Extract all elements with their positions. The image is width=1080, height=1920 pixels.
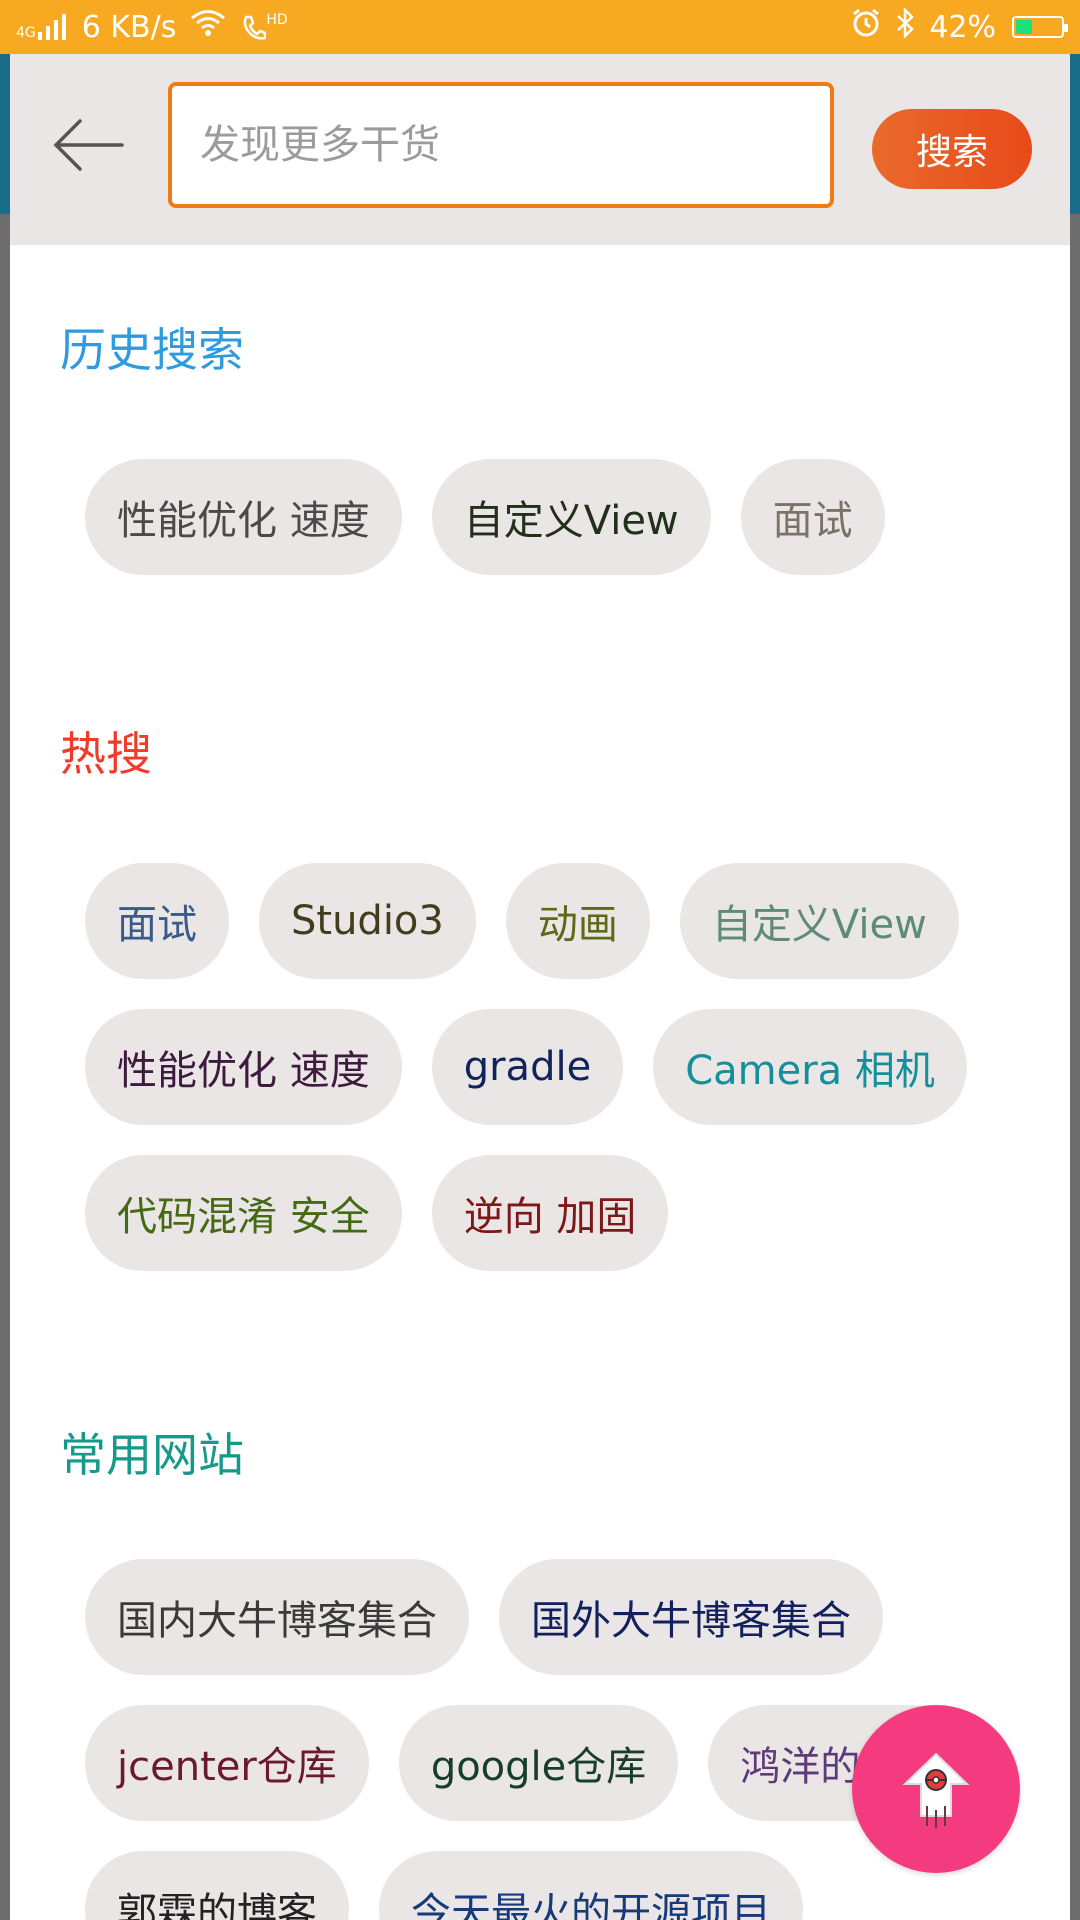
search-header: 搜索 <box>10 54 1070 245</box>
scroll-top-fab[interactable] <box>852 1705 1020 1873</box>
search-panel: 搜索 历史搜索 性能优化 速度自定义View面试 热搜 面试Studio3动画自… <box>10 54 1070 1920</box>
tag-chip[interactable]: 面试 <box>85 863 229 979</box>
section-title-sites: 常用网站 <box>60 1428 244 1482</box>
tag-chip[interactable]: 性能优化 速度 <box>85 459 402 575</box>
bluetooth-icon <box>895 6 915 46</box>
tag-chip[interactable]: Camera 相机 <box>653 1009 967 1125</box>
tag-chip[interactable]: gradle <box>431 1009 624 1125</box>
back-button[interactable] <box>48 112 128 178</box>
battery-fill <box>1016 20 1033 34</box>
network-type: 4G <box>16 25 36 41</box>
tag-chip[interactable]: 代码混淆 安全 <box>85 1155 402 1271</box>
section-title-hot: 热搜 <box>60 727 152 781</box>
alarm-icon <box>851 8 881 46</box>
status-left: 4G 6 KB/s HD <box>16 9 288 45</box>
tag-chip[interactable]: Studio3 <box>259 863 476 979</box>
section-title-history: 历史搜索 <box>60 323 244 377</box>
search-button[interactable]: 搜索 <box>872 109 1032 189</box>
tag-chip[interactable]: jcenter仓库 <box>85 1705 369 1821</box>
tag-chip[interactable]: 逆向 加固 <box>431 1155 669 1271</box>
arrow-left-icon <box>53 119 124 171</box>
tag-chip[interactable]: 自定义View <box>679 863 959 979</box>
tag-chip[interactable]: 动画 <box>505 863 650 979</box>
hd-call-icon: HD <box>240 12 288 41</box>
tag-chip[interactable]: 性能优化 速度 <box>85 1009 402 1125</box>
history-chip-list: 性能优化 速度 自定义View 面试 <box>85 459 1025 575</box>
search-field[interactable] <box>168 82 834 208</box>
tag-chip[interactable]: 自定义View <box>431 459 711 575</box>
status-right: 42% <box>851 6 1068 46</box>
tag-chip[interactable]: 国外大牛博客集合 <box>499 1559 883 1675</box>
tag-chip[interactable]: 今天最火的开源项目 <box>379 1851 803 1920</box>
hot-chip-list: 面试 Studio3 动画 自定义View 性能优化 速度 gradle Camera 相机… <box>85 863 1025 1271</box>
wifi-icon <box>190 9 226 45</box>
status-bar: 4G 6 KB/s HD 42% <box>0 0 1080 54</box>
tag-chip[interactable]: 面试 <box>740 459 885 575</box>
signal-bars-icon <box>37 14 66 40</box>
signal-icon: 4G <box>16 14 68 40</box>
battery-percent: 42% <box>929 9 996 45</box>
tag-chip[interactable]: 郭霖的博客 <box>85 1851 349 1920</box>
network-speed: 6 KB/s <box>81 9 177 45</box>
search-input[interactable] <box>198 121 804 169</box>
hd-label: HD <box>266 12 288 28</box>
battery-icon <box>1012 16 1068 38</box>
battery-tip <box>1064 24 1068 32</box>
tag-chip[interactable]: google仓库 <box>398 1705 679 1821</box>
rocket-up-icon <box>902 1752 970 1828</box>
tag-chip[interactable]: 国内大牛博客集合 <box>85 1559 469 1675</box>
